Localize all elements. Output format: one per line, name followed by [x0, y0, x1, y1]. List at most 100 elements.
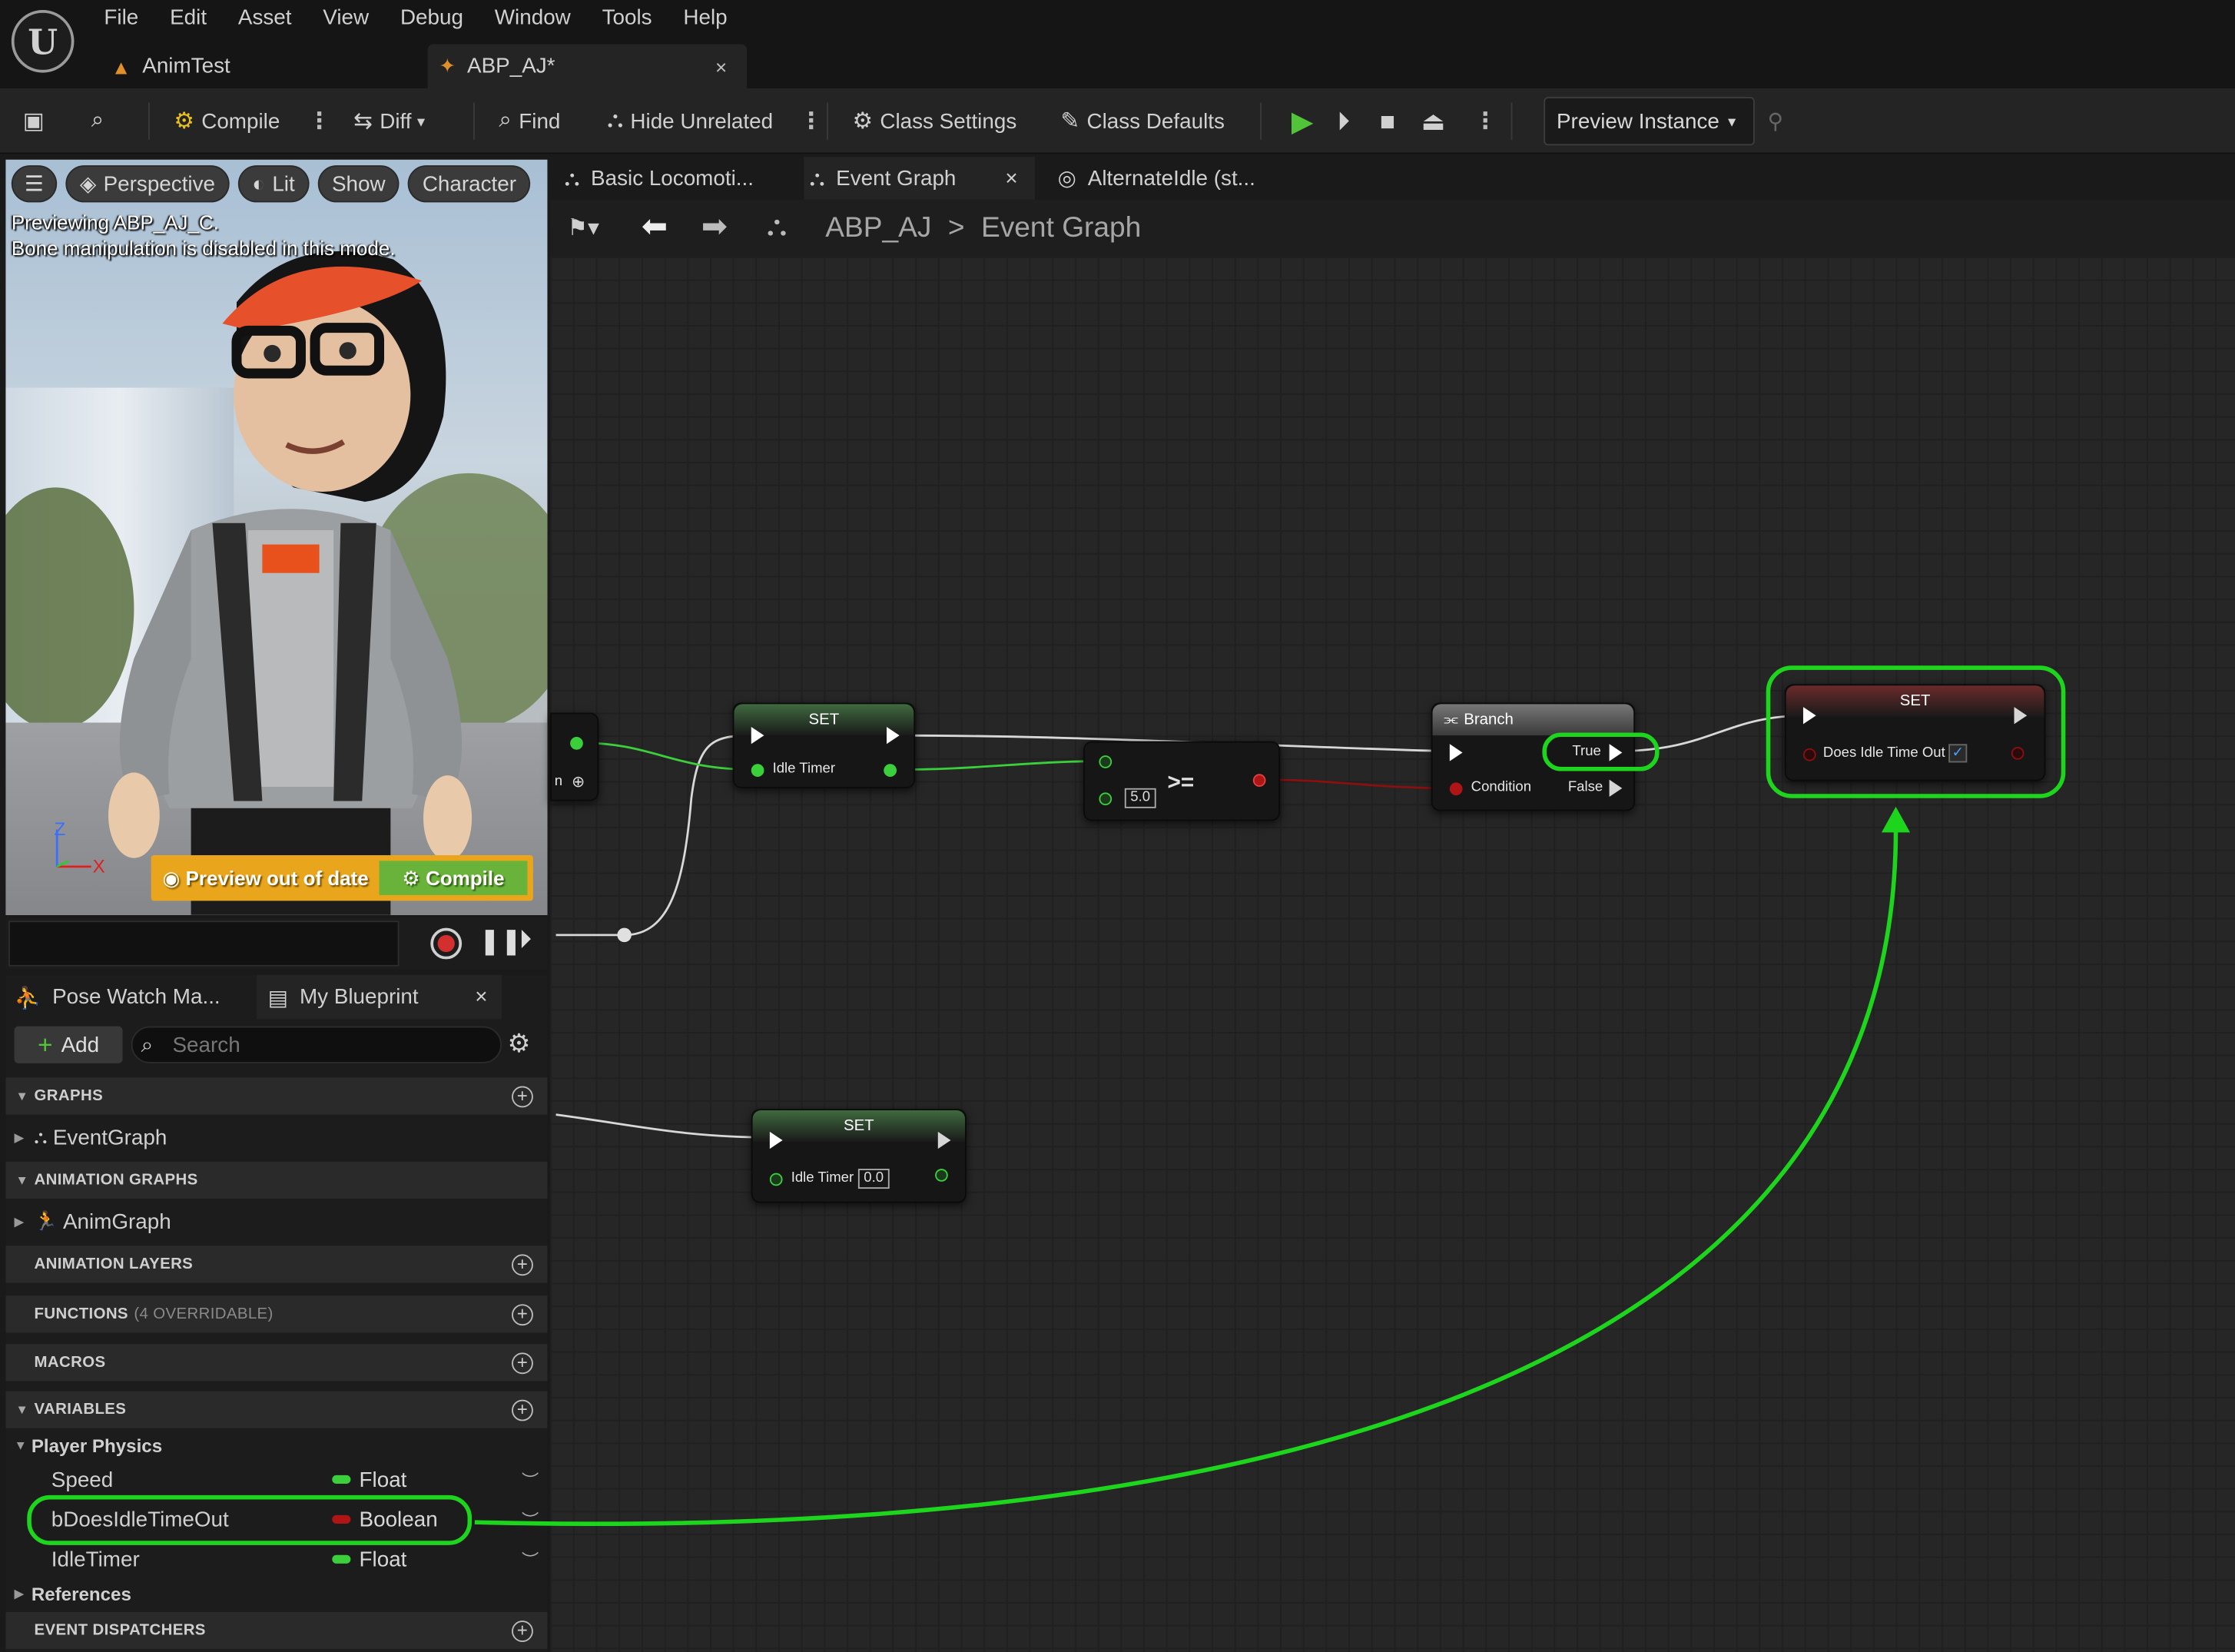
forward-arrow-icon[interactable]: ➡: [701, 208, 728, 245]
add-function-icon[interactable]: +: [512, 1303, 533, 1325]
boolean-output-pin[interactable]: [1252, 774, 1266, 787]
tab-alternate-idle[interactable]: ◎ AlternateIdle (st...: [1058, 157, 1300, 200]
left-stub-node[interactable]: n ⊕: [550, 712, 599, 801]
menu-view[interactable]: View: [307, 3, 385, 33]
compile-options-button[interactable]: ⋮: [308, 101, 331, 141]
category-player-physics[interactable]: ▼ Player Physics: [5, 1427, 547, 1464]
set-idle-timer-node[interactable]: SET Idle Timer: [732, 702, 916, 788]
show-button[interactable]: Show: [317, 165, 400, 203]
category-event-dispatchers[interactable]: EVENT DISPATCHERS +: [5, 1612, 548, 1650]
add-button[interactable]: + Add: [14, 1026, 123, 1063]
category-references[interactable]: ▶ References: [5, 1575, 547, 1612]
exec-input-pin[interactable]: [751, 727, 764, 745]
character-button[interactable]: Character: [408, 165, 531, 203]
float-input-pin[interactable]: [751, 764, 764, 777]
diff-button[interactable]: ⇆ Diff ▾: [353, 101, 425, 141]
doc-tab-animtest[interactable]: ▲ AnimTest: [103, 45, 416, 89]
category-functions[interactable]: FUNCTIONS (4 OVERRIDABLE) +: [5, 1295, 548, 1333]
float-input-pin[interactable]: [769, 1173, 783, 1186]
tab-pose-watch[interactable]: ⛹ Pose Watch Ma...: [5, 975, 247, 1020]
category-macros[interactable]: MACROS +: [5, 1344, 548, 1382]
unreal-logo-icon[interactable]: U: [11, 9, 75, 73]
exec-output-pin[interactable]: [937, 1131, 951, 1149]
list-item-eventgraph[interactable]: ▶ ⛬ EventGraph: [5, 1119, 547, 1156]
pause-icon[interactable]: ❚❚: [479, 927, 522, 957]
variable-idletimer[interactable]: IdleTimer Float ︶: [5, 1541, 547, 1577]
menu-tools[interactable]: Tools: [586, 3, 668, 33]
condition-input-pin[interactable]: [1449, 782, 1463, 796]
variable-speed[interactable]: Speed Float ︶: [5, 1461, 547, 1498]
close-icon[interactable]: ×: [475, 985, 487, 1010]
eject-icon[interactable]: ⏏: [1421, 101, 1446, 141]
exec-input-pin[interactable]: [769, 1131, 783, 1149]
perspective-button[interactable]: ◈ Perspective: [65, 165, 230, 203]
false-exec-output-pin[interactable]: [1609, 779, 1623, 797]
bookmark-icon[interactable]: ⚑▾: [567, 214, 599, 242]
set-idle-timer-reset-node[interactable]: SET Idle Timer 0.0: [751, 1109, 967, 1203]
tab-event-graph[interactable]: ⛬ Event Graph ×: [804, 157, 1035, 200]
back-arrow-icon[interactable]: ⬅: [642, 208, 668, 245]
preview-viewport[interactable]: ☰ ◈ Perspective ◐ Lit Show Character Previ…: [5, 159, 548, 915]
hide-options-button[interactable]: ⋮: [800, 101, 823, 141]
timeline-scrubber[interactable]: [8, 921, 400, 967]
float-output-pin[interactable]: [884, 764, 897, 777]
category-variables[interactable]: ▼ VARIABLES +: [5, 1391, 548, 1428]
play-icon[interactable]: ▶: [1292, 101, 1314, 141]
menu-debug[interactable]: Debug: [385, 3, 479, 33]
float-output-pin[interactable]: [935, 1169, 948, 1182]
add-variable-icon[interactable]: +: [512, 1399, 533, 1421]
add-layer-icon[interactable]: +: [512, 1253, 533, 1275]
play-options-button[interactable]: ⋮: [1474, 101, 1497, 141]
browse-button[interactable]: ⌕: [91, 101, 111, 141]
eye-closed-icon[interactable]: ︶: [522, 1548, 539, 1572]
tab-basic-locomotion[interactable]: ⛬ Basic Locomoti...: [559, 157, 798, 200]
viewport-compile-button[interactable]: ⚙ Compile: [379, 861, 528, 895]
menu-asset[interactable]: Asset: [222, 3, 307, 33]
breadcrumb-leaf[interactable]: Event Graph: [981, 212, 1141, 244]
find-button[interactable]: ⌕ Find: [499, 101, 560, 141]
record-icon[interactable]: [430, 927, 463, 960]
event-graph-canvas[interactable]: [550, 256, 2235, 1652]
float-output-pin[interactable]: [570, 737, 583, 750]
category-animation-layers[interactable]: ANIMATION LAYERS +: [5, 1246, 548, 1283]
add-pin-icon[interactable]: ⊕: [572, 772, 585, 791]
compile-button[interactable]: ⚙ Compile: [174, 101, 280, 141]
settings-gear-icon[interactable]: ⚙: [507, 1029, 530, 1059]
compare-value-input[interactable]: 5.0: [1124, 788, 1156, 808]
search-input[interactable]: ⌕ Search: [131, 1026, 502, 1063]
save-button[interactable]: ▣: [23, 101, 51, 141]
float-input-pin-b[interactable]: [1099, 792, 1113, 806]
lit-button[interactable]: ◐ Lit: [237, 165, 310, 203]
add-macro-icon[interactable]: +: [512, 1352, 533, 1374]
add-dispatcher-icon[interactable]: +: [512, 1620, 533, 1642]
debug-object-icon[interactable]: ⚲: [1768, 101, 1783, 141]
viewport-menu-button[interactable]: ☰: [11, 165, 58, 203]
preview-instance-dropdown[interactable]: Preview Instance ▾: [1544, 97, 1755, 146]
tab-my-blueprint[interactable]: ▤ My Blueprint ×: [256, 974, 502, 1020]
eye-closed-icon[interactable]: ︶: [522, 1508, 539, 1532]
menu-help[interactable]: Help: [668, 3, 743, 33]
menu-edit[interactable]: Edit: [154, 3, 223, 33]
menu-window[interactable]: Window: [479, 3, 586, 33]
exec-input-pin[interactable]: [1449, 744, 1463, 761]
doc-tab-abp-aj[interactable]: ✦ ABP_AJ* ×: [427, 44, 748, 89]
greater-equal-node[interactable]: 5.0 >=: [1083, 741, 1281, 821]
class-settings-button[interactable]: ⚙ Class Settings: [852, 101, 1016, 141]
breadcrumb-root[interactable]: ABP_AJ: [825, 212, 931, 244]
exec-output-pin[interactable]: [886, 727, 900, 745]
idle-timer-value-input[interactable]: 0.0: [857, 1169, 890, 1189]
menu-file[interactable]: File: [88, 3, 154, 33]
hide-unrelated-button[interactable]: ⛬ Hide Unrelated: [607, 101, 773, 141]
category-animation-graphs[interactable]: ▼ ANIMATION GRAPHS: [5, 1161, 548, 1199]
step-forward-icon[interactable]: ⏵: [519, 925, 532, 955]
eye-closed-icon[interactable]: ︶: [522, 1468, 539, 1492]
step-icon[interactable]: ⏵: [1337, 101, 1350, 141]
close-icon[interactable]: ×: [1005, 166, 1017, 191]
float-input-pin-a[interactable]: [1099, 755, 1113, 768]
add-graph-icon[interactable]: +: [512, 1085, 533, 1107]
category-graphs[interactable]: ▼ GRAPHS +: [5, 1077, 548, 1115]
stop-icon[interactable]: ■: [1380, 101, 1395, 141]
class-defaults-button[interactable]: ✎ Class Defaults: [1060, 101, 1225, 141]
close-icon[interactable]: ×: [715, 55, 727, 78]
list-item-animgraph[interactable]: ▶ 🏃 AnimGraph: [5, 1203, 547, 1240]
